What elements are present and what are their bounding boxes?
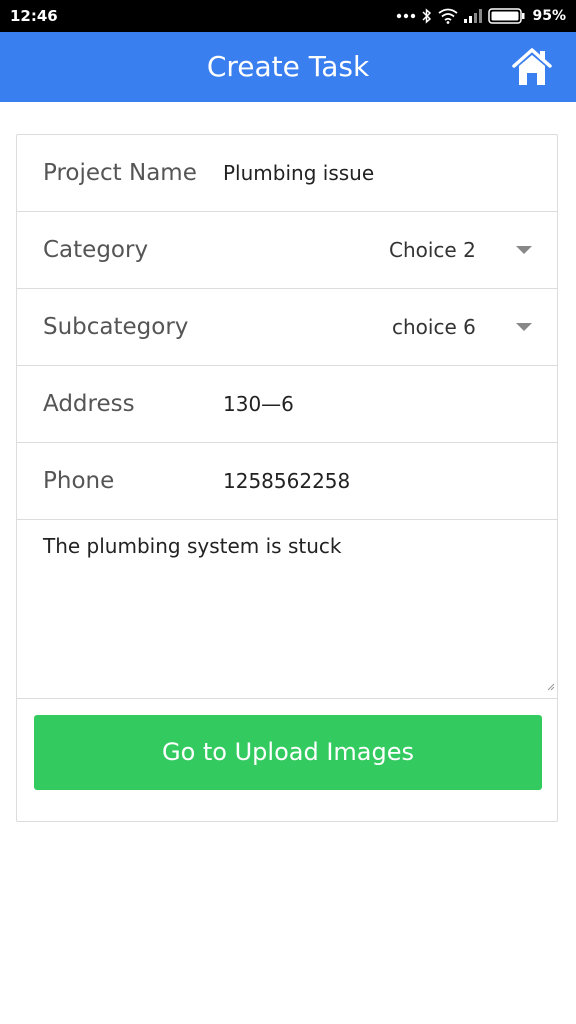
- address-input[interactable]: 130—6: [223, 366, 294, 442]
- status-bar: 12:46 95%: [0, 0, 576, 32]
- bluetooth-icon: [422, 8, 432, 24]
- project-name-input[interactable]: Plumbing issue: [223, 135, 374, 211]
- subcategory-row[interactable]: Subcategory choice 6: [17, 289, 557, 366]
- home-icon: [510, 48, 554, 93]
- signal-icon: [464, 9, 483, 23]
- phone-input[interactable]: 1258562258: [223, 443, 350, 519]
- more-dots-icon: [396, 13, 416, 19]
- status-time: 12:46: [10, 7, 58, 25]
- status-icons: 95%: [396, 6, 566, 26]
- address-row: Address 130—6: [17, 366, 557, 443]
- project-name-label: Project Name: [43, 160, 197, 186]
- battery-percent: 95%: [532, 8, 566, 24]
- phone-label: Phone: [43, 468, 115, 494]
- phone-row: Phone 1258562258: [17, 443, 557, 520]
- battery-icon: [488, 8, 526, 24]
- task-form: Project Name Plumbing issue Category Cho…: [16, 134, 558, 822]
- address-label: Address: [43, 391, 135, 417]
- resize-grip-icon[interactable]: [547, 678, 555, 696]
- upload-images-button[interactable]: Go to Upload Images: [34, 715, 542, 790]
- description-textarea[interactable]: The plumbing system is stuck: [17, 520, 557, 699]
- description-text: The plumbing system is stuck: [43, 534, 342, 558]
- chevron-down-icon[interactable]: [516, 323, 532, 331]
- subcategory-select[interactable]: choice 6: [392, 289, 476, 365]
- page-title: Create Task: [206, 50, 370, 83]
- category-label: Category: [43, 237, 149, 263]
- app-bar: Create Task: [0, 32, 576, 102]
- category-row[interactable]: Category Choice 2: [17, 212, 557, 289]
- project-name-row: Project Name Plumbing issue: [17, 135, 557, 212]
- wifi-icon: [438, 8, 459, 24]
- subcategory-label: Subcategory: [43, 314, 189, 340]
- category-select[interactable]: Choice 2: [389, 212, 476, 288]
- chevron-down-icon[interactable]: [516, 246, 532, 254]
- home-button[interactable]: [510, 45, 554, 89]
